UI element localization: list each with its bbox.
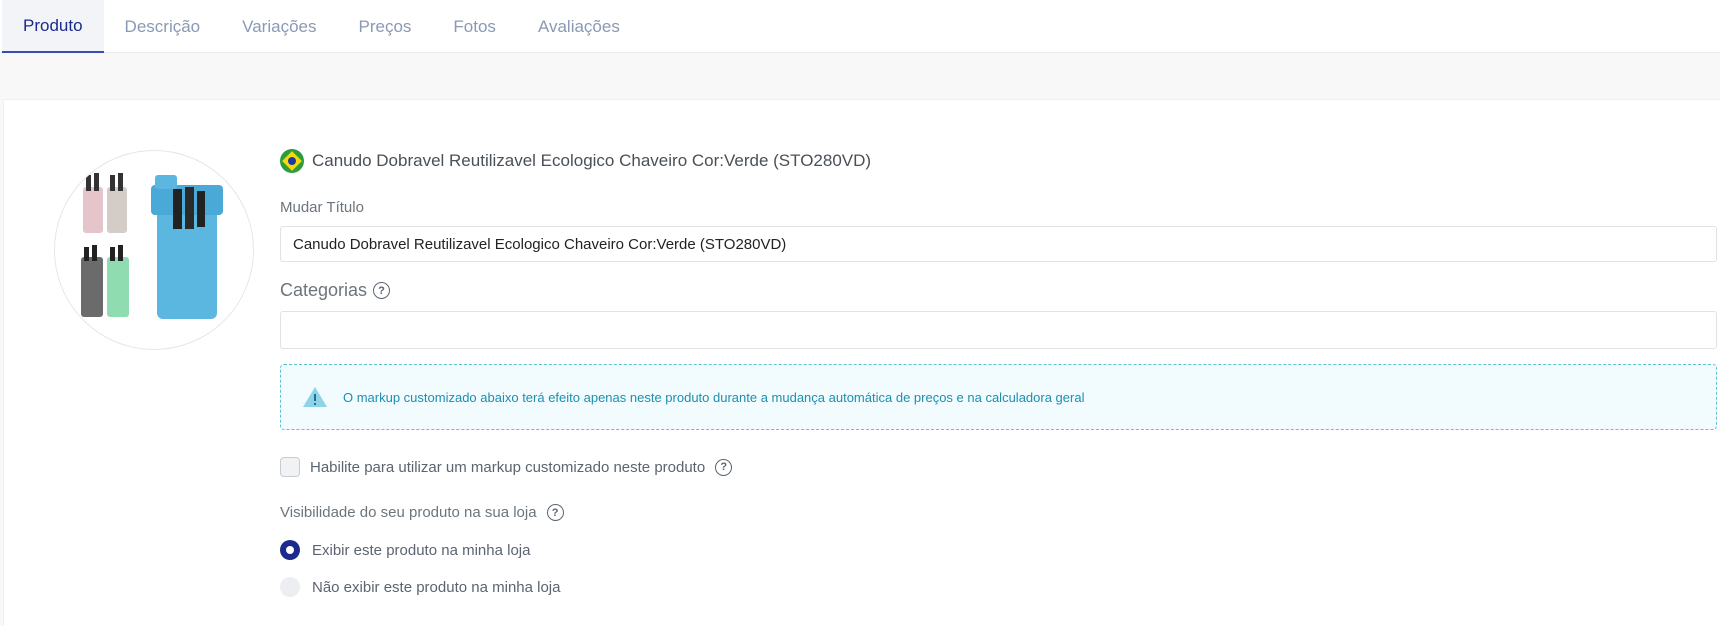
categories-label-row: Categorias ? — [280, 280, 391, 301]
product-photo-illustration — [81, 173, 223, 319]
visibility-option-show-label[interactable]: Exibir este produto na minha loja — [312, 542, 530, 559]
markup-info-alert: O markup customizado abaixo terá efeito … — [280, 364, 1717, 430]
markup-checkbox[interactable] — [280, 457, 300, 477]
product-title: Canudo Dobravel Reutilizavel Ecologico C… — [312, 151, 872, 170]
product-title-row: Canudo Dobravel Reutilizavel Ecologico C… — [280, 149, 871, 173]
categories-input[interactable] — [280, 311, 1717, 349]
visibility-label: Visibilidade do seu produto na sua loja — [280, 504, 537, 521]
title-input[interactable]: Canudo Dobravel Reutilizavel Ecologico C… — [280, 226, 1717, 262]
tab-variacoes[interactable]: Variações — [221, 0, 337, 53]
product-card — [3, 99, 1720, 626]
alert-text: O markup customizado abaixo terá efeito … — [343, 389, 1085, 405]
change-title-label: Mudar Título — [280, 199, 364, 216]
tab-descricao[interactable]: Descrição — [104, 0, 222, 53]
question-circle-icon[interactable]: ? — [715, 458, 733, 476]
tab-avaliacoes[interactable]: Avaliações — [517, 0, 641, 53]
product-image — [54, 150, 254, 350]
markup-checkbox-label[interactable]: Habilite para utilizar um markup customi… — [310, 459, 705, 476]
radio-button-checked[interactable] — [280, 540, 300, 560]
warning-triangle-icon — [303, 387, 327, 407]
categories-label: Categorias — [280, 280, 368, 300]
visibility-option-hide[interactable]: Não exibir este produto na minha loja — [280, 577, 560, 597]
markup-checkbox-row: Habilite para utilizar um markup customi… — [280, 457, 733, 477]
radio-button-unchecked[interactable] — [280, 577, 300, 597]
question-circle-icon[interactable]: ? — [546, 504, 564, 521]
tab-precos[interactable]: Preços — [337, 0, 432, 53]
tab-produto[interactable]: Produto — [2, 0, 104, 53]
visibility-label-row: Visibilidade do seu produto na sua loja … — [280, 504, 564, 521]
visibility-option-show[interactable]: Exibir este produto na minha loja — [280, 540, 530, 560]
tab-fotos[interactable]: Fotos — [432, 0, 517, 53]
tab-bar: Produto Descrição Variações Preços Fotos… — [0, 0, 1720, 53]
visibility-option-hide-label[interactable]: Não exibir este produto na minha loja — [312, 579, 560, 596]
question-circle-icon[interactable]: ? — [373, 282, 391, 299]
brazil-flag-icon — [280, 149, 304, 173]
